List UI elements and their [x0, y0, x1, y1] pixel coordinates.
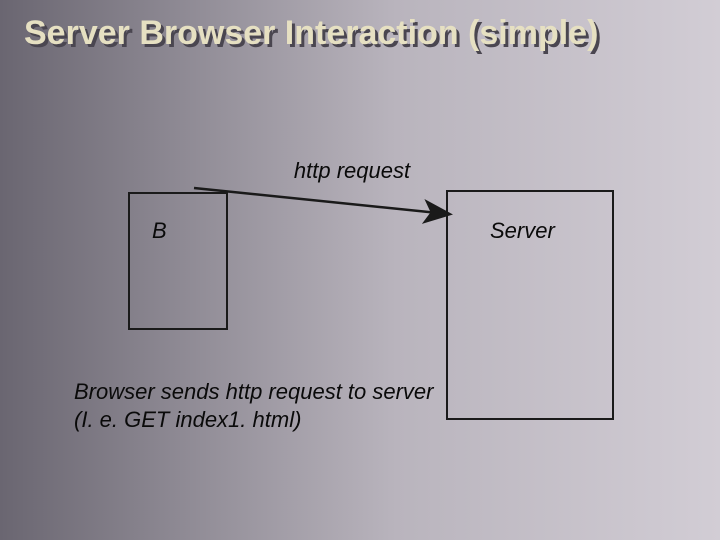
browser-box	[128, 192, 228, 330]
http-request-label: http request	[272, 158, 432, 184]
slide-title: Server Browser Interaction (simple) Serv…	[24, 14, 598, 53]
server-label: Server	[490, 218, 555, 244]
caption-line-1: Browser sends http request to server	[74, 379, 434, 404]
slide: Server Browser Interaction (simple) Serv…	[0, 0, 720, 540]
http-arrow-icon	[190, 180, 470, 230]
slide-title-text: Server Browser Interaction (simple)	[24, 14, 598, 53]
caption-line-2: (I. e. GET index1. html)	[74, 407, 301, 432]
browser-label: B	[152, 218, 167, 244]
caption-text: Browser sends http request to server (I.…	[74, 378, 574, 433]
